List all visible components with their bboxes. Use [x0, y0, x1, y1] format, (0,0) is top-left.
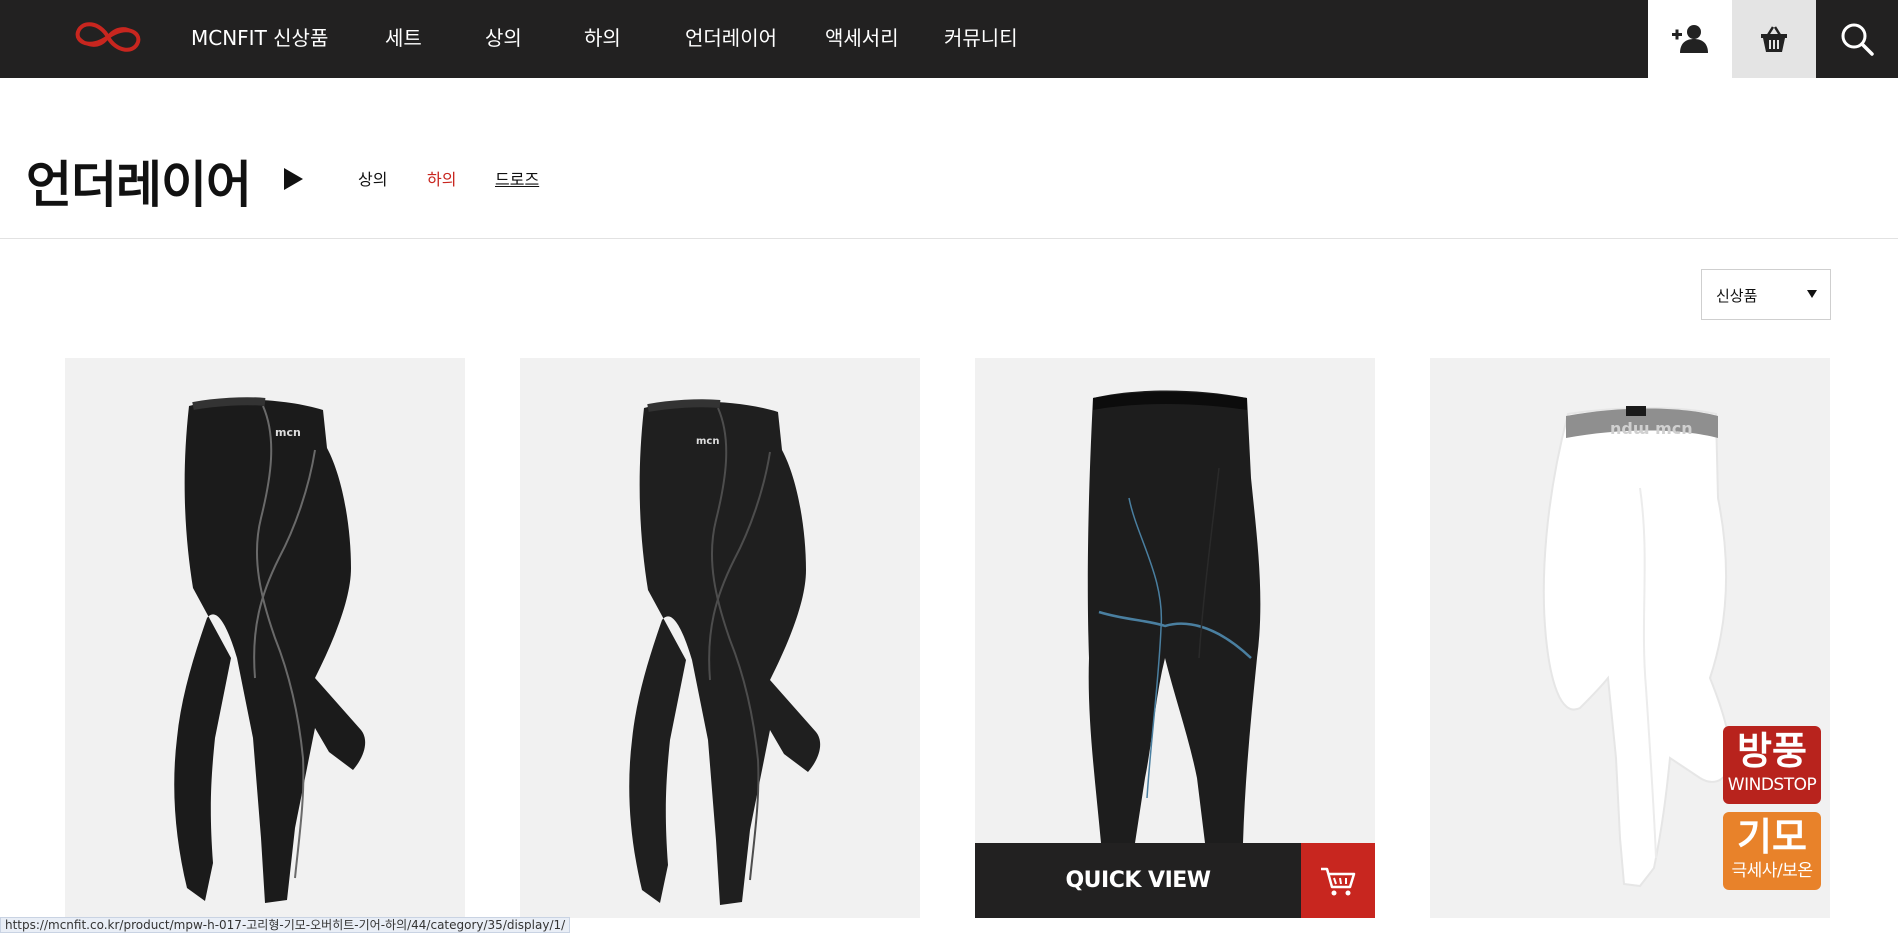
product-image — [1087, 390, 1261, 843]
page-title: 언더레이어 — [26, 156, 252, 214]
play-arrow-icon — [284, 168, 303, 190]
badge-subtitle: 극세사/보온 — [1731, 861, 1813, 881]
sort-selected-value: 신상품 — [1716, 287, 1758, 305]
subcategory-bottoms[interactable]: 하의 — [427, 166, 456, 190]
nav-bottoms[interactable]: 하의 — [584, 22, 621, 51]
add-to-cart-button[interactable] — [1301, 843, 1375, 918]
nav-set[interactable]: 세트 — [385, 22, 422, 51]
search-icon — [1841, 23, 1874, 56]
subcategory-drawers[interactable]: 드로즈 — [495, 166, 539, 190]
chevron-down-icon — [1807, 290, 1817, 298]
product-card[interactable]: mcn — [65, 358, 465, 918]
basket-icon — [1761, 26, 1787, 52]
svg-text:mcn: mcn — [696, 436, 719, 447]
sort-select[interactable]: 신상품 — [1701, 269, 1831, 320]
product-image: mcn — [629, 399, 821, 905]
join-button[interactable] — [1648, 0, 1732, 78]
product-image: mcn — [174, 397, 366, 903]
svg-text:ndɯ mcn: ndɯ mcn — [1610, 419, 1693, 438]
nav-tops[interactable]: 상의 — [485, 22, 522, 51]
quick-view-button[interactable]: QUICK VIEW — [975, 843, 1301, 918]
badge-subtitle: WINDSTOP — [1727, 775, 1817, 795]
shopping-cart-icon — [1321, 867, 1356, 895]
mcnfit-logo[interactable] — [72, 16, 144, 58]
subcategory-tops[interactable]: 상의 — [358, 166, 387, 190]
link-status-url: https://mcnfit.co.kr/product/mpw-h-017-고… — [0, 917, 571, 933]
search-button[interactable] — [1816, 0, 1898, 78]
windstop-badge: 방풍 WINDSTOP — [1723, 726, 1821, 804]
product-card[interactable]: ndɯ mcn 방풍 WINDSTOP 기모 극세사/보온 — [1430, 358, 1830, 918]
top-navigation-bar: MCNFIT 신상품 세트 상의 하의 언더레이어 액세서리 커뮤니티 — [0, 0, 1898, 78]
nav-new-arrivals[interactable]: MCNFIT 신상품 — [191, 22, 328, 51]
product-card[interactable]: mcn — [520, 358, 920, 918]
svg-text:mcn: mcn — [275, 426, 301, 439]
header-divider — [0, 238, 1898, 239]
badge-title: 기모 — [1737, 815, 1807, 859]
fleece-badge: 기모 극세사/보온 — [1723, 812, 1821, 890]
user-plus-icon — [1672, 25, 1708, 53]
nav-community[interactable]: 커뮤니티 — [944, 22, 1018, 51]
badge-title: 방풍 — [1737, 729, 1807, 773]
product-card[interactable]: QUICK VIEW — [975, 358, 1375, 918]
cart-button[interactable] — [1732, 0, 1816, 78]
nav-underlayer[interactable]: 언더레이어 — [685, 22, 777, 51]
nav-accessories[interactable]: 액세서리 — [825, 22, 899, 51]
